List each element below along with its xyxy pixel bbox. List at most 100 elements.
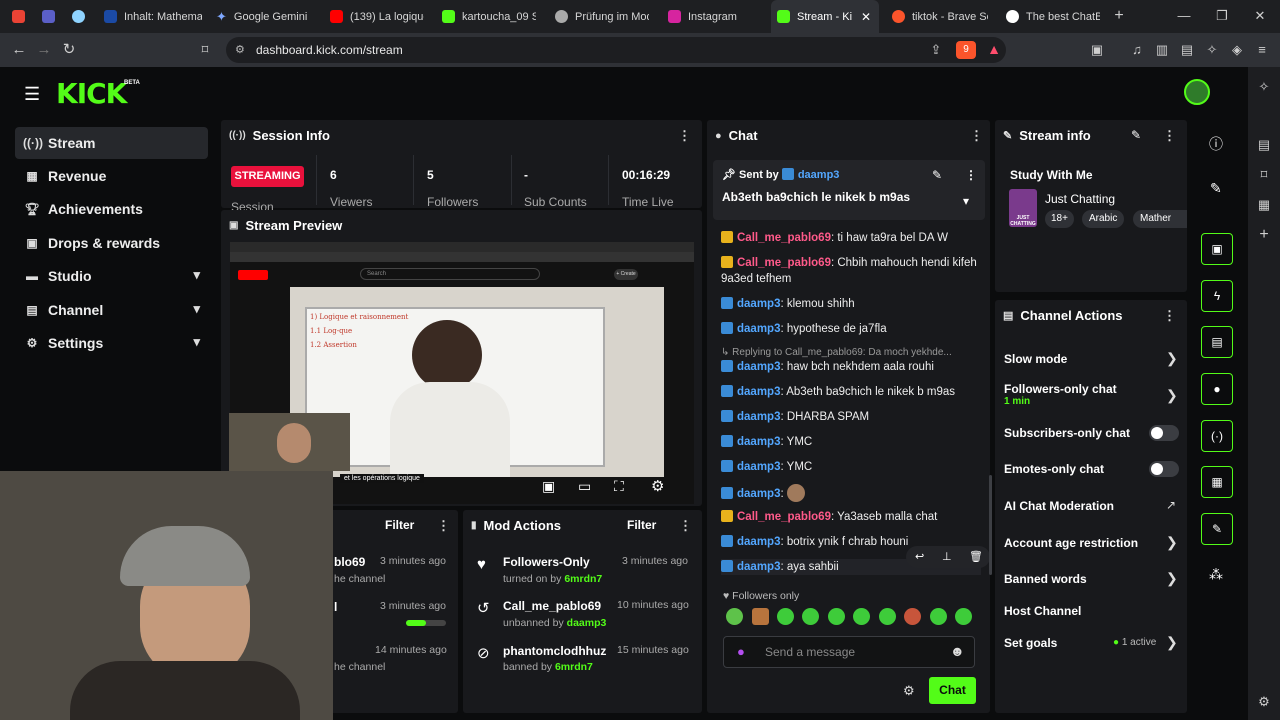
filter-button[interactable]: Filter — [627, 518, 656, 532]
category-name[interactable]: Just Chatting — [1045, 192, 1115, 206]
scan-icon[interactable]: ▣ — [1201, 233, 1233, 265]
external-link-icon[interactable]: ↗ — [1166, 498, 1176, 512]
channel-actions-kebab-icon[interactable]: ⋮ — [1163, 308, 1176, 324]
close-tab-icon[interactable]: ✕ — [861, 10, 871, 24]
tab-inhalt[interactable]: Inhalt: Mathema — [98, 0, 202, 33]
emotes-only-toggle[interactable] — [1149, 461, 1179, 477]
chevron-right-icon[interactable]: ❯ — [1166, 634, 1178, 651]
mod-action-title[interactable]: phantomclodhhuz — [503, 644, 606, 658]
sidebar-item-revenue[interactable]: ▦ Revenue — [15, 160, 208, 192]
chevron-down-icon[interactable]: ▾ — [963, 194, 969, 208]
lightning-icon[interactable]: ϟ — [1201, 280, 1233, 312]
chat-input[interactable]: ● Send a message ☻ — [723, 636, 975, 668]
brave-shields-icon[interactable]: 9 — [956, 41, 976, 59]
chevron-right-icon[interactable]: ❯ — [1166, 387, 1178, 404]
sidebar-item-settings[interactable]: ⚙ Settings ▾ — [15, 327, 208, 359]
kick-logo[interactable]: KICK — [56, 77, 127, 110]
add-panel-icon[interactable]: + — [1255, 227, 1273, 243]
tab-gemini[interactable]: ✦ Google Gemini — [210, 0, 318, 33]
chevron-right-icon[interactable]: ❯ — [1166, 570, 1178, 587]
avatar[interactable] — [1184, 79, 1210, 105]
pip-icon[interactable]: ▭ — [578, 478, 591, 495]
info-icon[interactable]: ⓘ — [1209, 134, 1223, 154]
tab-pruefung[interactable]: Prüfung im Mod — [549, 0, 649, 33]
share-icon[interactable]: ⇪ — [927, 42, 945, 58]
tab-stream-active[interactable]: Stream - Ki ✕ — [771, 0, 879, 33]
brave-rewards-icon[interactable]: ▲ — [985, 41, 1003, 57]
close-window-icon[interactable]: ✕ — [1251, 8, 1269, 24]
back-icon[interactable]: ← — [10, 42, 28, 58]
edit-icon[interactable]: ✎ — [1131, 128, 1141, 142]
leo-ai-icon[interactable]: ✧ — [1203, 42, 1221, 58]
menu-icon[interactable]: ≡ — [1253, 42, 1271, 58]
mod-action-title[interactable]: Call_me_pablo69 — [503, 599, 601, 613]
wallet-icon[interactable]: ▤ — [1255, 137, 1273, 153]
notes-icon[interactable]: ▤ — [1201, 326, 1233, 358]
chat-bubble-icon[interactable]: ● — [1201, 373, 1233, 405]
music-icon[interactable]: ♫ — [1128, 42, 1146, 58]
edit-icon[interactable]: ✎ — [1210, 180, 1222, 197]
hamburger-menu-icon[interactable]: ☰ — [24, 84, 40, 105]
reply-icon[interactable]: ↩ — [915, 550, 924, 563]
emote-icon[interactable] — [904, 608, 921, 625]
bookmarks-icon[interactable]: ⌑ — [1255, 167, 1273, 183]
emote-icon[interactable] — [955, 608, 972, 625]
filter-button[interactable]: Filter — [385, 518, 414, 532]
leo-icon[interactable]: ✧ — [1255, 79, 1273, 95]
delete-icon[interactable]: 🗑︎ — [969, 550, 983, 563]
chevron-right-icon[interactable]: ❯ — [1166, 534, 1178, 551]
url-bar[interactable]: ⚙ dashboard.kick.com/stream — [226, 37, 1006, 63]
wallet-icon[interactable]: ▤ — [1178, 42, 1196, 58]
host-channel-row[interactable]: Host Channel — [1004, 604, 1174, 618]
tab-tiktok[interactable]: tiktok - Brave Se — [886, 0, 988, 33]
panel-kebab-icon[interactable]: ⋮ — [679, 518, 692, 534]
emote-icon[interactable] — [777, 608, 794, 625]
slow-mode-row[interactable]: Slow mode — [1004, 352, 1174, 366]
session-kebab-icon[interactable]: ⋮ — [678, 128, 691, 144]
emoji-icon[interactable]: ☻ — [950, 643, 965, 659]
chat-kebab-icon[interactable]: ⋮ — [970, 128, 983, 144]
maximize-icon[interactable]: ❐ — [1213, 8, 1231, 24]
pinned-message[interactable]: 📌︎ Sent by daamp3 Ab3eth ba9chich le nik… — [713, 160, 985, 220]
chat-scrollbar[interactable] — [989, 475, 992, 575]
tab-app[interactable] — [36, 0, 64, 33]
wrench-icon[interactable]: ✎ — [1201, 513, 1233, 545]
sidebar-item-channel[interactable]: ▤ Channel ▾ — [15, 294, 208, 326]
chat-settings-icon[interactable]: ⚙ — [903, 683, 915, 699]
ai-chat-moderation-row[interactable]: AI Chat Moderation — [1004, 499, 1174, 513]
server-icon[interactable]: ▦ — [1201, 466, 1233, 498]
emote-icon[interactable] — [853, 608, 870, 625]
vpn-icon[interactable]: ◈ — [1228, 42, 1246, 58]
site-settings-icon[interactable]: ⚙ — [235, 37, 245, 63]
sidebar-item-studio[interactable]: ▬ Studio ▾ — [15, 260, 208, 292]
video-settings-icon[interactable]: ⚙ — [651, 477, 664, 495]
minimize-icon[interactable]: — — [1175, 8, 1193, 24]
reader-icon[interactable]: ▣ — [1088, 42, 1106, 58]
subscribers-only-toggle[interactable] — [1149, 425, 1179, 441]
log-user[interactable]: l — [334, 600, 337, 614]
pin-icon[interactable]: ⊥ — [942, 550, 952, 563]
pinned-kebab-icon[interactable]: ⋮ — [965, 168, 977, 182]
sidebar-settings-icon[interactable]: ⚙ — [1255, 694, 1273, 710]
account-age-row[interactable]: Account age restriction — [1004, 536, 1174, 550]
chevron-right-icon[interactable]: ❯ — [1166, 350, 1178, 367]
emote-icon[interactable] — [726, 608, 743, 625]
sidebar-item-achievements[interactable]: 🏆︎ Achievements — [15, 193, 208, 225]
emote-icon[interactable] — [828, 608, 845, 625]
new-tab-icon[interactable]: + — [1110, 8, 1128, 24]
tab-globe[interactable] — [66, 0, 94, 33]
log-user[interactable]: blo69 — [334, 555, 365, 569]
sidebar-item-stream[interactable]: ((·)) Stream — [15, 127, 208, 159]
stream-info-kebab-icon[interactable]: ⋮ — [1163, 128, 1176, 144]
chat-send-button[interactable]: Chat — [929, 677, 976, 704]
tab-instagram[interactable]: Instagram — [662, 0, 762, 33]
sidebar-toggle-icon[interactable]: ▥ — [1153, 42, 1171, 58]
reading-list-icon[interactable]: ▦ — [1255, 197, 1273, 213]
emote-icon[interactable] — [752, 608, 769, 625]
tab-kick-1[interactable]: kartoucha_09 S — [436, 0, 536, 33]
fullscreen-icon[interactable]: ⛶ — [614, 478, 624, 495]
apps-icon[interactable]: ⁂ — [1209, 566, 1223, 583]
sidebar-item-drops[interactable]: ▣ Drops & rewards — [15, 227, 208, 259]
emote-icon[interactable] — [930, 608, 947, 625]
tab-chatbot[interactable]: The best ChatBo — [1000, 0, 1100, 33]
